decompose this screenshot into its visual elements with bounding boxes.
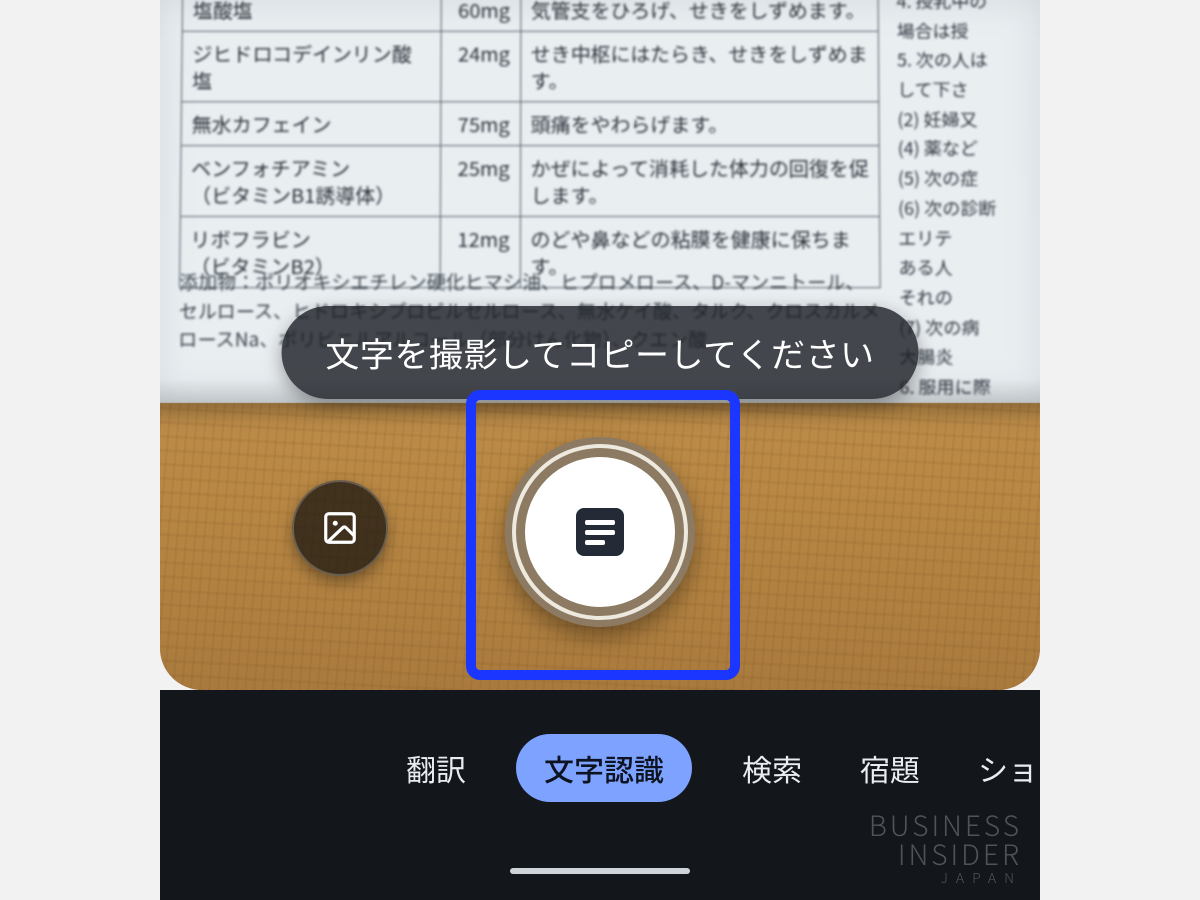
- mode-homework[interactable]: 宿題: [852, 736, 928, 800]
- ingredient-name: 無水カフェイン: [181, 102, 440, 146]
- mode-selector[interactable]: 翻訳 文字認識 検索 宿題 ショ: [160, 734, 1040, 802]
- shutter-ring: [512, 444, 688, 620]
- mode-shopping-partial[interactable]: ショ: [970, 736, 1040, 800]
- mode-search[interactable]: 検索: [734, 736, 810, 800]
- ingredient-name: 塩酸塩: [182, 0, 441, 31]
- table-row: 塩酸塩 60mg 気管支をひろげ、せきをしずめます。: [182, 0, 878, 31]
- ingredient-amount: 24mg: [440, 31, 520, 101]
- camera-viewfinder: 塩酸塩 60mg 気管支をひろげ、せきをしずめます。 ジヒドロコデインリン酸塩 …: [160, 0, 1040, 690]
- ingredient-amount: 25mg: [440, 146, 520, 217]
- gallery-button[interactable]: [292, 480, 388, 576]
- ingredient-name: ベンフォチアミン （ビタミンB1誘導体）: [180, 146, 440, 217]
- ingredient-amount: 60mg: [441, 0, 521, 31]
- app-frame: 塩酸塩 60mg 気管支をひろげ、せきをしずめます。 ジヒドロコデインリン酸塩 …: [160, 0, 1040, 900]
- shutter-inner: [525, 457, 675, 607]
- mode-text-recognition[interactable]: 文字認識: [516, 734, 692, 802]
- ingredient-name: ジヒドロコデインリン酸塩: [181, 31, 440, 101]
- instruction-toast: 文字を撮影してコピーしてください: [282, 306, 919, 399]
- shutter-button[interactable]: [505, 437, 695, 627]
- gallery-icon: [321, 509, 359, 547]
- table-row: ベンフォチアミン （ビタミンB1誘導体） 25mg かぜによって消耗した体力の回…: [180, 146, 879, 217]
- table-row: 無水カフェイン 75mg 頭痛をやわらげます。: [181, 102, 879, 146]
- table-row: ジヒドロコデインリン酸塩 24mg せき中枢にはたらき、せきをしずめます。: [181, 31, 878, 101]
- home-indicator[interactable]: [510, 868, 690, 874]
- ingredient-amount: 75mg: [440, 102, 520, 146]
- ingredient-effect: 頭痛をやわらげます。: [520, 102, 879, 146]
- side-precautions: 4. 授乳中の 場合は授 5. 次の人は して下さ (2) 妊婦又 (4) 薬な…: [896, 0, 1040, 403]
- ingredient-effect: 気管支をひろげ、せきをしずめます。: [520, 0, 878, 31]
- mode-translate[interactable]: 翻訳: [398, 736, 474, 800]
- bottom-bar: 翻訳 文字認識 検索 宿題 ショ: [160, 690, 1040, 900]
- ingredient-effect: かぜによって消耗した体力の回復を促します。: [520, 146, 880, 217]
- ingredients-table: 塩酸塩 60mg 気管支をひろげ、せきをしずめます。 ジヒドロコデインリン酸塩 …: [179, 0, 881, 288]
- text-document-icon: [576, 508, 624, 556]
- ingredient-effect: せき中枢にはたらき、せきをしずめます。: [520, 31, 879, 101]
